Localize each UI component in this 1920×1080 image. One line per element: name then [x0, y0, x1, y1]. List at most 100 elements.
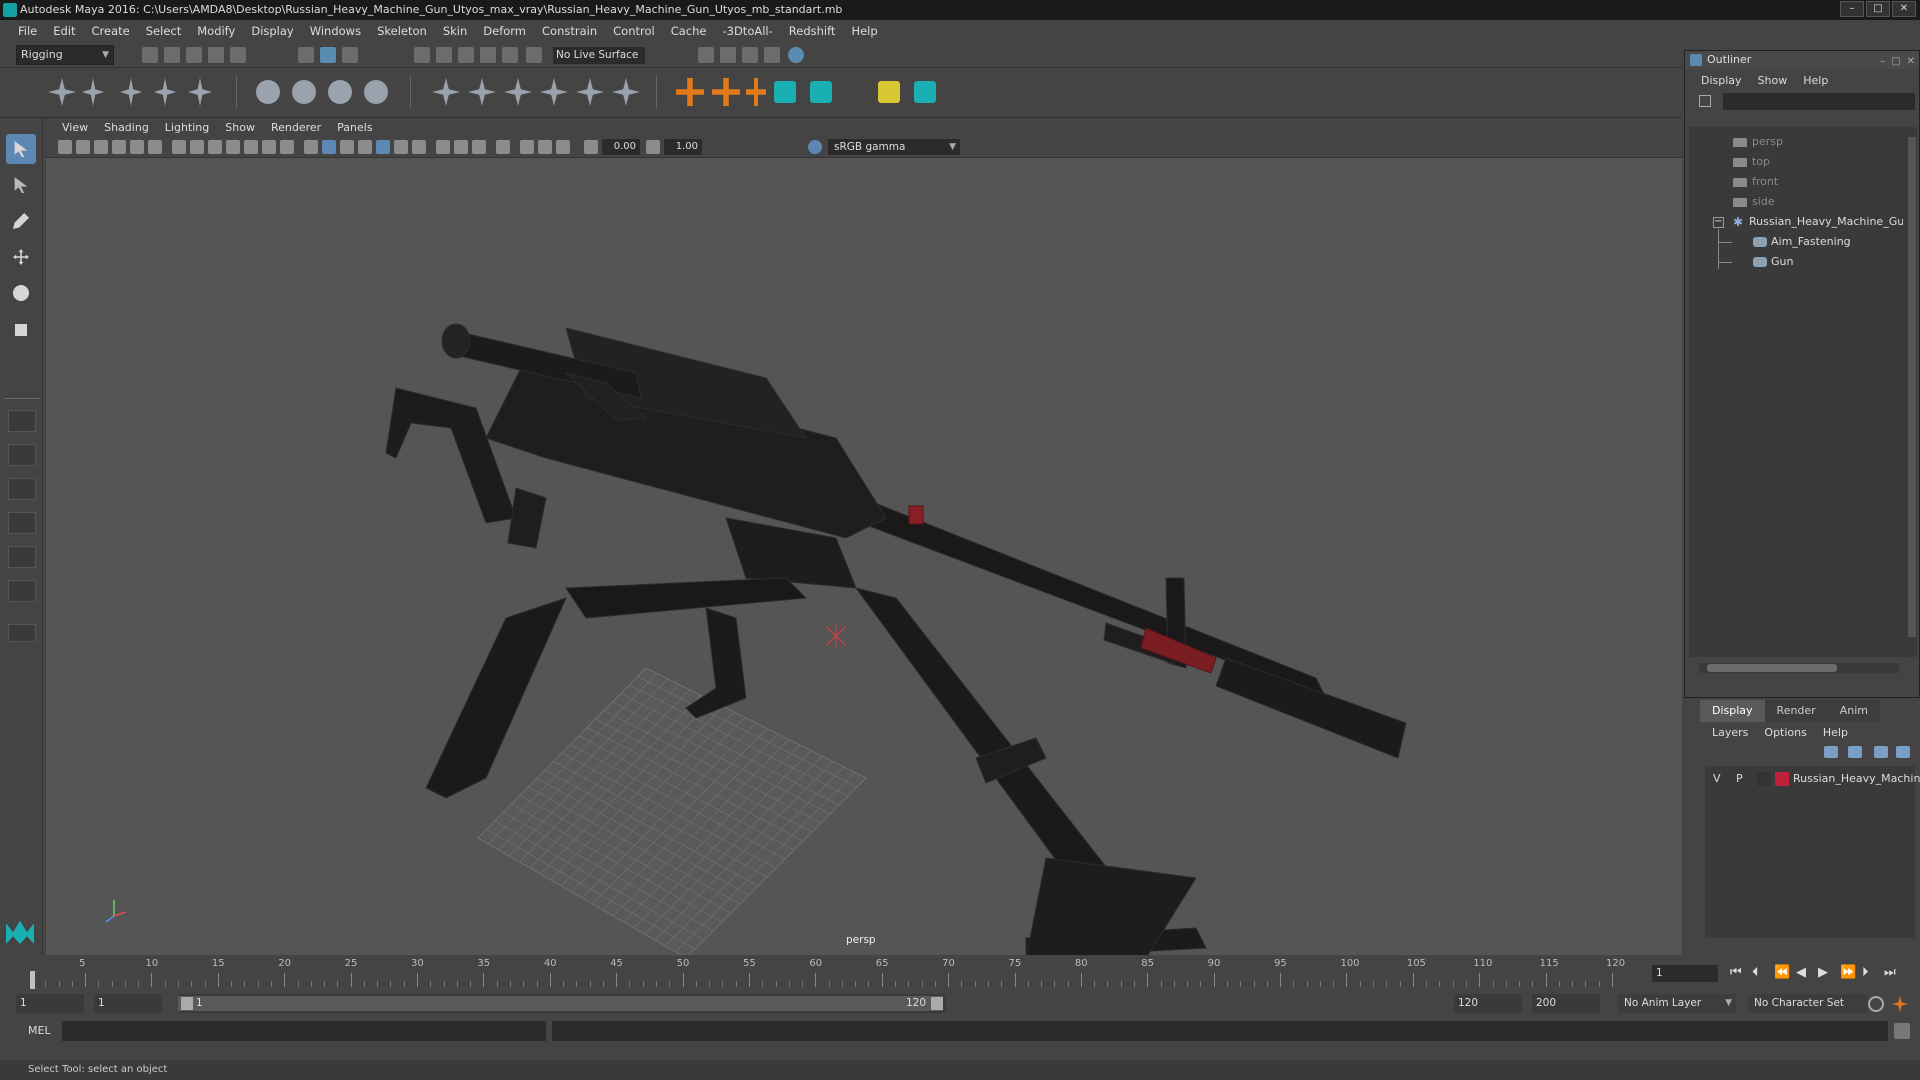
time-slider[interactable]: 5 10 15 20 25 30 35 40 45 50 55 60 65 70 75 80 85 90 95 100…: [0, 955, 1920, 1000]
color-management-icon[interactable]: [808, 140, 822, 154]
playback-start-field[interactable]: 1: [94, 994, 162, 1013]
playback-end-field[interactable]: 120: [1454, 994, 1522, 1013]
hik-character-icon[interactable]: [810, 81, 832, 103]
gate-mask-icon[interactable]: [226, 140, 240, 154]
outliner-vertical-scrollbar[interactable]: [1907, 127, 1917, 657]
shadows-icon[interactable]: [394, 140, 408, 154]
safe-action-icon[interactable]: [262, 140, 276, 154]
xray-components-icon[interactable]: [556, 140, 570, 154]
motion-blur-icon[interactable]: [436, 140, 450, 154]
menu-select[interactable]: Select: [138, 24, 189, 38]
cluster-icon[interactable]: [712, 78, 740, 106]
minimize-button[interactable]: –: [1880, 53, 1885, 71]
current-frame-field[interactable]: 1: [1652, 965, 1718, 982]
animation-end-field[interactable]: 200: [1532, 994, 1600, 1013]
hik-icon[interactable]: [774, 81, 796, 103]
parent-constraint-icon[interactable]: [576, 78, 604, 106]
lattice-icon[interactable]: [364, 80, 388, 104]
layer-menu-options[interactable]: Options: [1756, 726, 1814, 739]
layer-visibility-toggle[interactable]: V: [1713, 770, 1721, 788]
outliner-item-aim-fastening[interactable]: Aim_Fastening: [1753, 233, 1851, 251]
render-view-icon[interactable]: [764, 47, 780, 63]
grid-icon[interactable]: [172, 140, 186, 154]
script-editor-icon[interactable]: [1894, 1023, 1910, 1039]
transform-manipulator[interactable]: [825, 624, 847, 648]
viewport-panel[interactable]: View Shading Lighting Show Renderer Pane…: [46, 118, 1682, 955]
two-pane-stacked-layout-button[interactable]: [8, 512, 36, 534]
orient-constraint-icon[interactable]: [504, 78, 532, 106]
menu-windows[interactable]: Windows: [302, 24, 369, 38]
viewport-menu-show[interactable]: Show: [217, 121, 263, 134]
tab-anim[interactable]: Anim: [1827, 700, 1880, 722]
current-time-indicator[interactable]: 1: [28, 971, 35, 1000]
gamma-field[interactable]: 1.00: [664, 139, 702, 155]
paint-select-tool-button[interactable]: [6, 206, 36, 236]
isolate-select-icon[interactable]: [496, 140, 510, 154]
menu-skin[interactable]: Skin: [435, 24, 475, 38]
film-gate-icon[interactable]: [190, 140, 204, 154]
anti-aliasing-icon[interactable]: [454, 140, 468, 154]
two-pane-side-layout-button[interactable]: [8, 478, 36, 500]
wireframe-on-shaded-icon[interactable]: [340, 140, 354, 154]
blend-shape-icon[interactable]: [746, 78, 766, 106]
menu-cache[interactable]: Cache: [663, 24, 715, 38]
step-forward-frame-icon[interactable]: ⏵: [1862, 966, 1869, 980]
viewport-menu-shading[interactable]: Shading: [96, 121, 157, 134]
new-layer-from-selection-icon[interactable]: [1896, 746, 1910, 758]
select-component-icon[interactable]: [342, 47, 358, 63]
hypershade-icon[interactable]: [788, 47, 804, 63]
resolution-gate-icon[interactable]: [208, 140, 222, 154]
layer-playback-toggle[interactable]: P: [1736, 770, 1743, 788]
outliner-search-input[interactable]: [1723, 93, 1915, 110]
animation-start-field[interactable]: 1: [16, 994, 84, 1013]
four-pane-layout-button[interactable]: [8, 444, 36, 466]
auto-key-icon[interactable]: [1868, 996, 1884, 1012]
collapse-toggle[interactable]: −: [1713, 217, 1724, 228]
outliner-menu-help[interactable]: Help: [1795, 74, 1836, 87]
snap-surface-icon[interactable]: [502, 47, 518, 63]
layer-display-type-toggle[interactable]: [1757, 772, 1771, 786]
scale-tool-button[interactable]: [6, 314, 36, 344]
scene-canvas[interactable]: [46, 158, 1682, 955]
outliner-menu-display[interactable]: Display: [1693, 74, 1750, 87]
outliner-item-top[interactable]: top: [1733, 153, 1770, 171]
orient-joint-icon[interactable]: [188, 78, 212, 106]
paint-weights-icon[interactable]: [328, 80, 352, 104]
safe-title-icon[interactable]: [280, 140, 294, 154]
layer-color-swatch[interactable]: [1775, 772, 1789, 786]
smooth-bind-icon[interactable]: [292, 80, 316, 104]
outliner-horizontal-scrollbar[interactable]: [1699, 663, 1899, 673]
scale-constraint-icon[interactable]: [540, 78, 568, 106]
snap-view-icon[interactable]: [480, 47, 496, 63]
create-joint-icon[interactable]: [48, 78, 76, 106]
step-forward-key-icon[interactable]: ⏩: [1840, 966, 1856, 980]
menu-display[interactable]: Display: [243, 24, 301, 38]
snap-magnet-icon[interactable]: [526, 47, 542, 63]
single-pane-layout-button[interactable]: [8, 410, 36, 432]
outliner-menu-show[interactable]: Show: [1750, 74, 1796, 87]
playback-range-bar[interactable]: 1 120: [178, 994, 946, 1013]
camera-select-icon[interactable]: [58, 140, 72, 154]
go-to-end-icon[interactable]: ⏭: [1884, 966, 1896, 980]
viewport-menu-view[interactable]: View: [54, 121, 96, 134]
layer-menu-help[interactable]: Help: [1815, 726, 1856, 739]
wireframe-icon[interactable]: [304, 140, 318, 154]
custom-layout-button[interactable]: [8, 624, 36, 642]
outliner-item-side[interactable]: side: [1733, 193, 1775, 211]
lasso-tool-button[interactable]: [6, 170, 36, 200]
menu-skeleton[interactable]: Skeleton: [369, 24, 435, 38]
ik-spline-icon[interactable]: [120, 78, 142, 106]
grease-pencil-icon[interactable]: [148, 140, 162, 154]
xray-joints-icon[interactable]: [538, 140, 552, 154]
field-chart-icon[interactable]: [244, 140, 258, 154]
menu-help[interactable]: Help: [843, 24, 885, 38]
undo-icon[interactable]: [208, 47, 224, 63]
pole-vector-icon[interactable]: [612, 78, 640, 106]
select-object-icon[interactable]: [320, 47, 336, 63]
bind-skin-icon[interactable]: [256, 80, 280, 104]
play-backwards-icon[interactable]: ◀: [1796, 966, 1806, 980]
smooth-shade-icon[interactable]: [322, 140, 336, 154]
snap-grid-icon[interactable]: [414, 47, 430, 63]
textured-icon[interactable]: [358, 140, 372, 154]
bookmark-icon[interactable]: [94, 140, 108, 154]
